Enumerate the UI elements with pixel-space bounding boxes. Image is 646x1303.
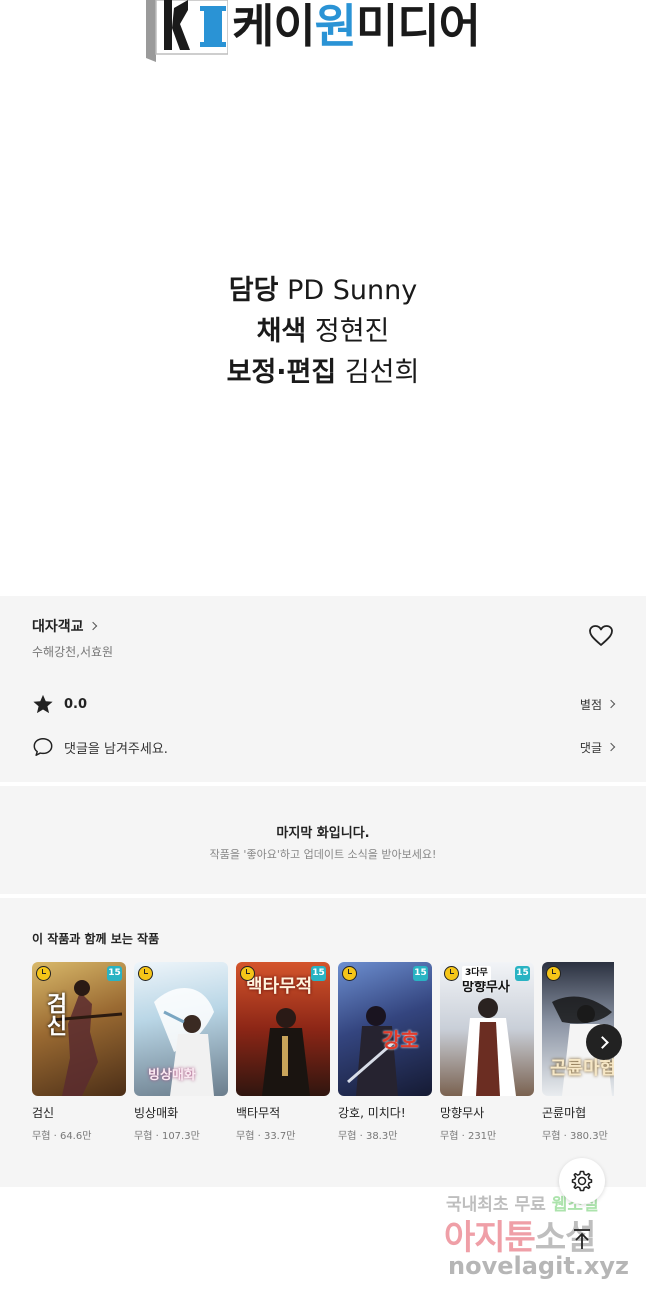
work-info-panel: 대자객교 수해강천,서효원 0.0 별점 댓글을 남겨주세요. 댓글 <box>0 596 646 782</box>
cover-title: 강호 <box>382 1028 419 1052</box>
work-authors: 수해강천,서효원 <box>32 645 114 659</box>
cover-title: 검신 <box>42 992 67 1036</box>
credits: 담당 PD Sunny 채색 정현진 보정·편집 김선희 <box>0 270 646 393</box>
comments-link-label: 댓글 <box>579 740 602 755</box>
recommendation-cover: 빙상매화 <box>134 962 228 1096</box>
chevron-right-icon <box>596 1035 609 1049</box>
rate-link[interactable]: 별점 <box>579 696 616 713</box>
recommendation-meta: 무협 · 33.7만 <box>236 1131 296 1142</box>
chevron-right-icon <box>88 621 97 631</box>
recommendation-meta: 무협 · 231만 <box>440 1131 497 1142</box>
credit-line: 채색 정현진 <box>256 316 390 347</box>
recommendation-card[interactable]: 빙상매화 빙상매화 무협 · 107.3만 <box>134 962 228 1142</box>
last-episode-panel: 마지막 화입니다. 작품을 '좋아요'하고 업데이트 소식을 받아보세요! <box>0 786 646 894</box>
speech-bubble-icon <box>32 736 54 758</box>
clock-icon <box>36 966 51 981</box>
recommendations-heading: 이 작품과 함께 보는 작품 <box>32 932 160 946</box>
work-title: 대자객교 <box>32 619 84 635</box>
recommendation-card[interactable]: 검신 15 검신 무협 · 64.6만 <box>32 962 126 1142</box>
recommendation-title: 강호, 미치다! <box>338 1106 406 1120</box>
last-episode-title: 마지막 화입니다. <box>276 826 370 841</box>
recommendation-title: 빙상매화 <box>134 1106 179 1120</box>
recommendation-meta: 무협 · 64.6만 <box>32 1131 92 1142</box>
like-button[interactable] <box>588 624 614 648</box>
recommendation-cover: 망향무사 3다무 15 <box>440 962 534 1096</box>
site-watermark: 국내최초 무료 웹소설 아지툰소설 novelagit.xyz <box>444 1190 644 1300</box>
carousel-next-button[interactable] <box>586 1024 622 1060</box>
recommendation-meta: 무협 · 107.3만 <box>134 1131 200 1142</box>
settings-button[interactable] <box>559 1158 605 1204</box>
gear-icon <box>571 1170 593 1192</box>
recommendation-card[interactable]: 망향무사 3다무 15 망향무사 무협 · 231만 <box>440 962 534 1142</box>
clock-icon <box>240 966 255 981</box>
recommendation-card[interactable]: 백타무적 15 백타무적 무협 · 33.7만 <box>236 962 330 1142</box>
age-rating-badge: 15 <box>515 966 530 981</box>
credit-line: 담당 PD Sunny <box>228 275 418 306</box>
publisher-logo: 케이원미디어 <box>0 0 646 70</box>
recommendations-panel: 이 작품과 함께 보는 작품 검신 15 검신 무협 · 64.6만 빙상매화 … <box>0 898 646 1187</box>
recommendation-title: 백타무적 <box>236 1106 281 1120</box>
chevron-right-icon <box>606 699 616 709</box>
recommendation-cover: 백타무적 15 <box>236 962 330 1096</box>
clock-icon <box>444 966 459 981</box>
watermark-domain: novelagit.xyz <box>448 1252 630 1280</box>
age-rating-badge: 15 <box>107 966 122 981</box>
promo-tag-badge: 3다무 <box>462 966 491 981</box>
clock-icon <box>138 966 153 981</box>
clock-icon <box>546 966 561 981</box>
recommendation-cover: 강호 15 <box>338 962 432 1096</box>
work-title-link[interactable]: 대자객교 <box>32 616 97 636</box>
credit-line: 보정·편집 김선희 <box>226 357 420 388</box>
comment-prompt[interactable]: 댓글을 남겨주세요. <box>64 738 168 757</box>
arrow-up-icon <box>574 1229 590 1249</box>
recommendation-title: 검신 <box>32 1106 55 1120</box>
comment-row: 댓글을 남겨주세요. 댓글 <box>32 735 616 759</box>
recommendation-card[interactable]: 강호 15 강호, 미치다! 무협 · 38.3만 <box>338 962 432 1142</box>
age-rating-badge: 15 <box>311 966 326 981</box>
cover-title: 빙상매화 <box>148 1068 196 1083</box>
scroll-to-top-button[interactable] <box>565 1222 599 1256</box>
recommendation-meta: 무협 · 38.3만 <box>338 1131 398 1142</box>
rating-value: 0.0 <box>64 696 88 712</box>
chevron-right-icon <box>606 742 616 752</box>
clock-icon <box>342 966 357 981</box>
age-rating-badge: 15 <box>413 966 428 981</box>
recommendation-title: 망향무사 <box>440 1106 485 1120</box>
recommendation-meta: 무협 · 380.3만 <box>542 1131 608 1142</box>
heart-icon <box>589 625 613 646</box>
star-icon <box>32 693 54 715</box>
publisher-logo-mark <box>146 0 228 62</box>
rating-row: 0.0 별점 <box>32 692 616 716</box>
cover-title: 백타무적 <box>246 976 313 997</box>
recommendation-title: 곤륜마협 <box>542 1106 587 1120</box>
comments-link[interactable]: 댓글 <box>579 739 616 756</box>
last-episode-subtitle: 작품을 '좋아요'하고 업데이트 소식을 받아보세요! <box>209 848 437 861</box>
rate-link-label: 별점 <box>579 697 602 712</box>
publisher-name: 케이원미디어 <box>232 0 481 53</box>
recommendation-cover: 검신 15 <box>32 962 126 1096</box>
recommendations-carousel: 검신 15 검신 무협 · 64.6만 빙상매화 빙상매화 무협 · 107.3… <box>32 962 614 1152</box>
